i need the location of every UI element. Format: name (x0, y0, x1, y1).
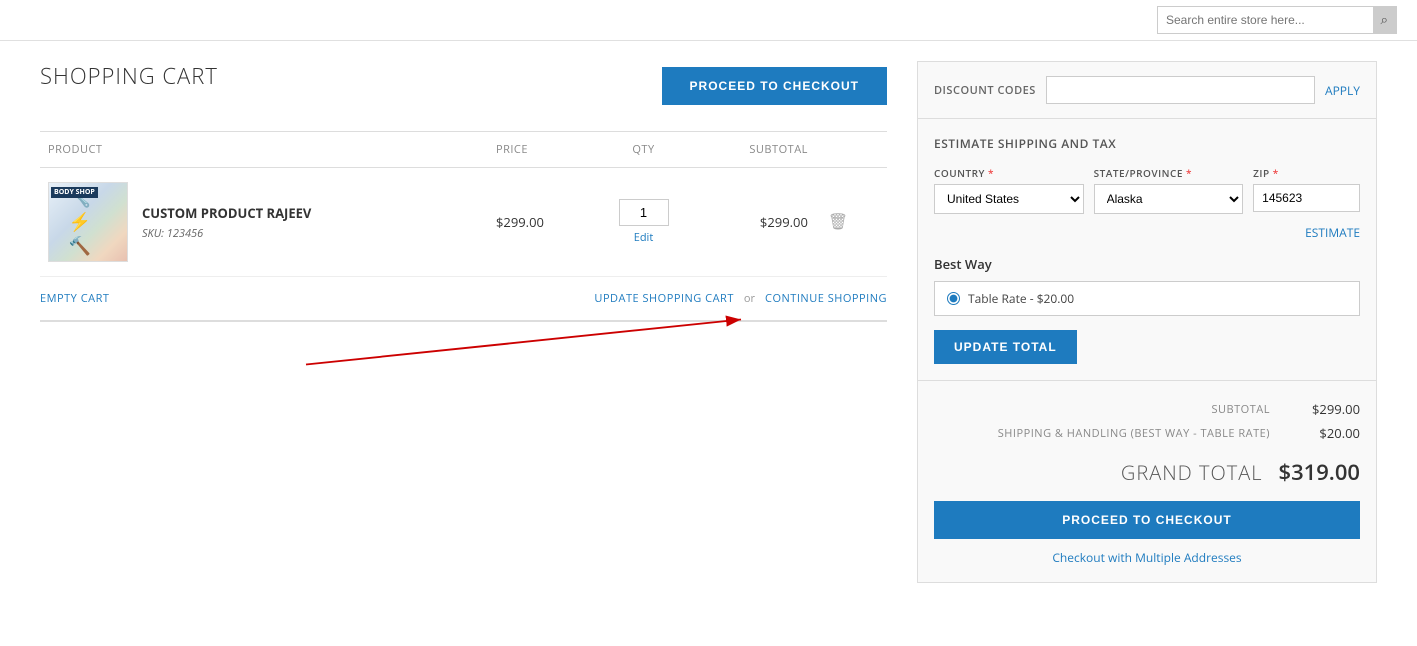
shipping-options: Best Way Table Rate - $20.00 (934, 255, 1360, 316)
product-img-placeholder: BODY SHOP (49, 183, 127, 261)
grand-total-value: $319.00 (1278, 457, 1360, 487)
multi-address-link[interactable]: Checkout with Multiple Addresses (934, 549, 1360, 566)
qty-input[interactable] (619, 199, 669, 226)
product-info: CUSTOM PRODUCT RAJEEV SKU: 123456 (142, 204, 311, 241)
page-header: SHOPPING CART PROCEED TO CHECKOUT (40, 61, 887, 111)
shipping-method-title: Best Way (934, 255, 1360, 273)
shipping-radio[interactable] (947, 292, 960, 305)
zip-label: ZIP * (1253, 166, 1360, 180)
main-content: SHOPPING CART PROCEED TO CHECKOUT PRODUC… (0, 41, 1417, 603)
country-required: * (988, 166, 994, 180)
cart-section: SHOPPING CART PROCEED TO CHECKOUT PRODUC… (40, 61, 887, 372)
col-product: PRODUCT (40, 132, 488, 168)
page-title: SHOPPING CART (40, 61, 218, 91)
state-group: STATE/PROVINCE * Alaska Alabama Arizona … (1094, 166, 1244, 214)
product-cell-inner: BODY SHOP CUSTOM PRODUCT RAJEEV SKU: 123… (48, 182, 480, 262)
col-price: PRICE (488, 132, 591, 168)
estimate-section: ESTIMATE SHIPPING AND TAX COUNTRY * Unit… (917, 119, 1377, 381)
annotation-svg (40, 312, 887, 372)
product-sku: SKU: 123456 (142, 226, 311, 241)
subtotal-value: $299.00 (1290, 400, 1360, 418)
subtotal-row: SUBTOTAL $299.00 (934, 397, 1360, 421)
update-total-button[interactable]: UPDATE TOTAL (934, 330, 1077, 364)
subtotal-cell: $299.00 (696, 168, 816, 277)
estimate-link[interactable]: ESTIMATE (934, 224, 1360, 241)
update-cart-link[interactable]: UPDATE SHOPPING CART (594, 291, 733, 306)
state-label: STATE/PROVINCE * (1094, 166, 1244, 180)
sku-value: 123456 (167, 226, 203, 241)
col-actions (816, 132, 887, 168)
delete-button[interactable]: 🗑 (824, 208, 852, 236)
cart-table: PRODUCT PRICE QTY SUBTOTAL BODY SHOP (40, 131, 887, 277)
zip-group: ZIP * (1253, 166, 1360, 212)
header-bar: ⌕ (0, 0, 1417, 41)
cart-actions-right: UPDATE SHOPPING CART or CONTINUE SHOPPIN… (594, 291, 887, 306)
proceed-checkout-bottom-button[interactable]: PROCEED TO CHECKOUT (934, 501, 1360, 539)
state-select[interactable]: Alaska Alabama Arizona California New Yo… (1094, 184, 1244, 214)
qty-cell: Edit (591, 168, 697, 277)
apply-link[interactable]: APPLY (1325, 82, 1360, 99)
actions-separator: or (744, 291, 755, 306)
proceed-checkout-top-button[interactable]: PROCEED TO CHECKOUT (662, 67, 887, 105)
search-icon: ⌕ (1381, 12, 1388, 27)
totals-section: SUBTOTAL $299.00 SHIPPING & HANDLING (BE… (917, 381, 1377, 583)
product-name: CUSTOM PRODUCT RAJEEV (142, 204, 311, 222)
product-image: BODY SHOP (48, 182, 128, 262)
state-required: * (1186, 166, 1192, 180)
search-input[interactable] (1158, 8, 1373, 32)
country-select[interactable]: United States Canada United Kingdom (934, 184, 1084, 214)
empty-cart-link[interactable]: EMPTY CART (40, 291, 109, 306)
col-qty: QTY (591, 132, 697, 168)
country-group: COUNTRY * United States Canada United Ki… (934, 166, 1084, 214)
shipping-value: $20.00 (1290, 424, 1360, 442)
order-summary: DISCOUNT CODES APPLY ESTIMATE SHIPPING A… (917, 61, 1377, 583)
continue-shopping-link[interactable]: CONTINUE SHOPPING (765, 291, 887, 306)
table-row: BODY SHOP CUSTOM PRODUCT RAJEEV SKU: 123… (40, 168, 887, 277)
form-row: COUNTRY * United States Canada United Ki… (934, 166, 1360, 214)
subtotal-label: SUBTOTAL (1211, 402, 1270, 417)
grand-total-label: GRAND TOTAL (1121, 459, 1263, 486)
discount-label: DISCOUNT CODES (934, 83, 1036, 98)
edit-link[interactable]: Edit (599, 230, 689, 245)
shipping-row: SHIPPING & HANDLING (BEST WAY - TABLE RA… (934, 421, 1360, 445)
discount-section: DISCOUNT CODES APPLY (917, 61, 1377, 119)
sku-label: SKU: (142, 226, 164, 241)
product-cell: BODY SHOP CUSTOM PRODUCT RAJEEV SKU: 123… (40, 168, 488, 277)
shipping-label: SHIPPING & HANDLING (BEST WAY - TABLE RA… (998, 426, 1270, 441)
zip-input[interactable] (1253, 184, 1360, 212)
search-wrapper: ⌕ (1157, 6, 1397, 34)
discount-input[interactable] (1046, 76, 1315, 104)
shipping-option-label: Table Rate - $20.00 (968, 290, 1074, 307)
delete-cell: 🗑 (816, 168, 887, 277)
annotation-area (40, 312, 887, 372)
grand-total-row: GRAND TOTAL $319.00 (934, 445, 1360, 501)
price-cell: $299.00 (488, 168, 591, 277)
body-shop-label: BODY SHOP (51, 187, 98, 198)
search-button[interactable]: ⌕ (1373, 7, 1396, 33)
col-subtotal: SUBTOTAL (696, 132, 816, 168)
zip-required: * (1273, 166, 1279, 180)
estimate-title: ESTIMATE SHIPPING AND TAX (934, 135, 1360, 152)
country-label: COUNTRY * (934, 166, 1084, 180)
shipping-option: Table Rate - $20.00 (934, 281, 1360, 316)
